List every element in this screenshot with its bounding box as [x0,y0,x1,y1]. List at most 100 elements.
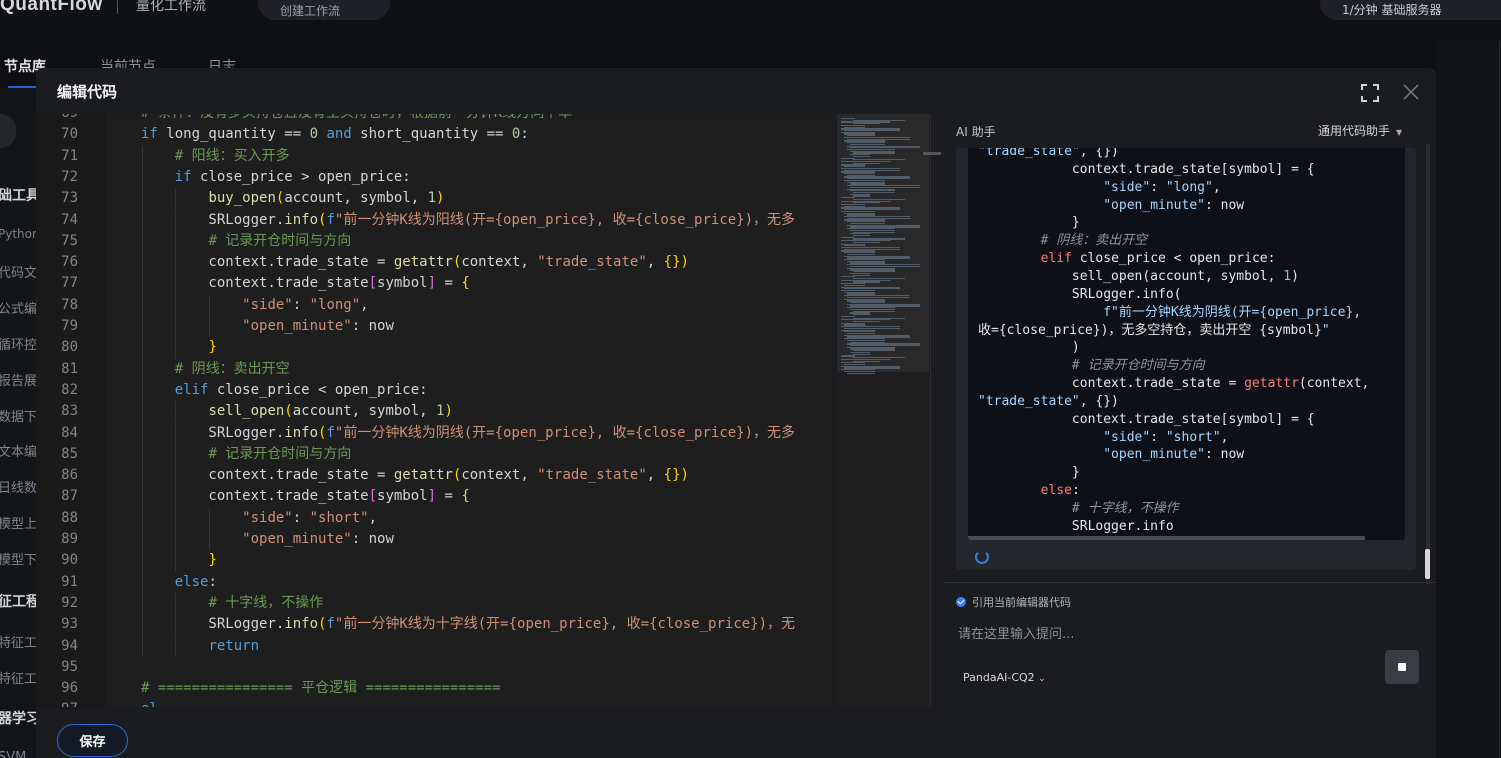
code-line[interactable]: 84 SRLogger.info(f"前一分钟K线为阴线(开={open_pri… [36,422,831,444]
stop-generation-button[interactable] [1385,650,1419,684]
save-button[interactable]: 保存 [57,724,128,757]
line-number: 82 [61,381,78,398]
sidebar-category: 器学习 [0,711,36,727]
code-line[interactable]: 90 } [36,550,831,572]
code-line[interactable]: 71 # 阳线：买入开多 [36,145,831,167]
edit-code-modal: 编辑代码 69# 条件：没有多头持仓且没有空头持仓时，根据前一分钟K线方向下单7… [36,68,1436,758]
code-line[interactable]: 82 elif close_price < open_price: [36,379,831,402]
ai-code-line: elif close_price < open_price: [1040,251,1276,267]
code-line[interactable]: 86 context.trade_state = getattr(context… [36,465,831,487]
assistant-mode-dropdown[interactable]: 通用代码助手 ▼ [1318,122,1402,139]
code-text: # 阴线：卖出开空 [174,360,290,377]
ai-code-line: "trade_state", {}) [978,148,1119,159]
sidebar-item[interactable]: 特征工 [0,668,36,687]
sidebar-item[interactable]: 公式编 [0,298,36,317]
model-label: PandaAI-CQ2 [963,671,1035,684]
ai-code-line: context.trade_state = getattr(context, [978,376,1370,392]
sidebar-category: 础工具 [0,188,36,204]
sidebar-item[interactable]: 代码文 [0,262,36,281]
sidebar-item[interactable]: 特征工 [0,632,36,651]
code-line[interactable]: 87 context.trade_state[symbol] = { [36,486,831,508]
spinner-icon [975,550,989,564]
code-line[interactable]: 91 else: [36,571,831,593]
code-line[interactable]: 80 } [36,337,831,359]
code-text: context.trade_state[symbol] = { [141,488,470,505]
code-block-scrollbar[interactable] [968,536,1365,540]
ai-code-line: context.trade_state[symbol] = { [978,411,1315,427]
code-text: SRLogger.info(f"前一分钟K线为十字线(开={open_price… [141,616,796,633]
code-line[interactable]: 92 # 十字线，不操作 [36,592,831,615]
search-pill[interactable] [0,114,16,148]
editor-divider [930,114,931,707]
sidebar-item[interactable]: Python [0,227,36,241]
create-workflow-button[interactable]: 创建工作流 [258,0,390,20]
code-line[interactable]: 83 sell_open(account, symbol, 1) [36,401,831,423]
line-number: 88 [61,509,78,526]
line-number: 93 [61,616,78,633]
ai-panel-scrollbar-track[interactable] [1426,144,1430,584]
code-line[interactable]: 79 "open_minute": now [36,316,831,338]
code-line[interactable]: 85 # 记录开仓时间与方向 [36,443,831,466]
editor-minimap[interactable] [837,114,929,707]
line-number: 77 [61,275,78,292]
ai-panel-scrollbar-thumb[interactable] [1425,549,1430,579]
ai-code-block[interactable]: "trade_state", {}) context.trade_state[s… [968,148,1405,540]
chevron-down-icon: ▼ [1396,128,1403,137]
code-line[interactable]: 89 "open_minute": now [36,529,831,551]
ai-code-line: "side": "long", [1103,179,1221,195]
code-text: SRLogger.info(f"前一分钟K线为阴线(开={open_price}… [141,424,796,441]
code-line[interactable]: 96 # ================ 平仓逻辑 ==============… [36,678,831,699]
code-line[interactable]: 93 SRLogger.info(f"前一分钟K线为十字线(开={open_pr… [36,614,831,636]
ai-code-line: f"前一分钟K线为阴线(开={open_price}, [1103,304,1362,320]
code-line[interactable]: 75 # 记录开仓时间与方向 [36,230,831,253]
code-line[interactable]: 73 buy_open(account, symbol, 1) [36,188,831,210]
code-text: buy_open(account, symbol, 1) [208,190,445,207]
brand-divider [117,0,118,14]
brand-logo: QuantFlow [0,0,103,15]
line-number: 86 [61,467,78,484]
check-icon[interactable] [956,597,966,607]
editor-scrollbar[interactable] [923,152,941,155]
modal-title: 编辑代码 [57,83,118,101]
sidebar-item[interactable]: 文本编 [0,441,36,460]
ai-code-line: "open_minute": now [1103,197,1245,213]
sidebar-item[interactable]: 报告展 [0,370,36,389]
code-line[interactable]: 97 el [36,699,831,707]
code-line[interactable]: 78 "side": "long", [36,294,831,316]
code-text: context.trade_state = getattr(context, "… [141,467,689,484]
reference-editor-code-label[interactable]: 引用当前编辑器代码 [972,594,1071,610]
code-line[interactable]: 69 # 条件：没有多头持仓且没有空头持仓时，根据前一分钟K线方向下单 [36,114,831,124]
ai-response-message: "trade_state", {}) context.trade_state[s… [956,148,1416,570]
sidebar-item[interactable]: 日线数 [0,477,36,496]
code-text: context.trade_state = getattr(context, "… [141,254,689,271]
line-number: 78 [61,296,78,313]
chevron-down-icon: ⌄ [1038,674,1046,684]
close-icon[interactable] [1402,83,1420,101]
line-number: 94 [61,637,78,654]
code-line[interactable]: 77 context.trade_state[symbol] = { [36,273,831,295]
sidebar-item[interactable]: SVM [0,750,26,758]
code-line[interactable]: 74 SRLogger.info(f"前一分钟K线为阳线(开={open_pri… [36,209,831,231]
minimap-line [853,274,870,276]
sidebar-item[interactable]: 数据下 [0,406,36,425]
model-selector[interactable]: PandaAI-CQ2 ⌄ [963,671,1046,684]
code-editor[interactable]: 69 # 条件：没有多头持仓且没有空头持仓时，根据前一分钟K线方向下单 70 if l… [36,114,831,707]
sidebar-category: 征工程 [0,594,36,610]
server-selector[interactable]: 1/分钟 基础服务器 [1320,0,1501,20]
sidebar-item[interactable]: 模型下 [0,549,36,568]
line-number: 91 [61,573,78,590]
code-text: # 阳线：买入开多 [174,147,290,164]
code-line[interactable]: 88 "side": "short", [36,507,831,529]
sidebar-item[interactable]: 循环控 [0,334,36,353]
code-line[interactable]: 72 if close_price > open_price: [36,166,831,189]
top-bar: QuantFlow 量化工作流 创建工作流 1/分钟 基础服务器 [0,0,1501,42]
code-line[interactable]: 95 [36,657,831,678]
sidebar-item[interactable]: 模型上 [0,513,36,532]
ai-prompt-input[interactable] [956,622,1420,646]
code-line[interactable]: 81 # 阴线：卖出开空 [36,358,831,380]
code-line[interactable]: 70 if long_quantity == 0 and short_quanti… [36,124,831,145]
code-line[interactable]: 76 context.trade_state = getattr(context… [36,252,831,274]
code-text: "open_minute": now [242,531,394,547]
code-line[interactable]: 94 return [36,635,831,657]
fullscreen-icon[interactable] [1361,84,1379,102]
